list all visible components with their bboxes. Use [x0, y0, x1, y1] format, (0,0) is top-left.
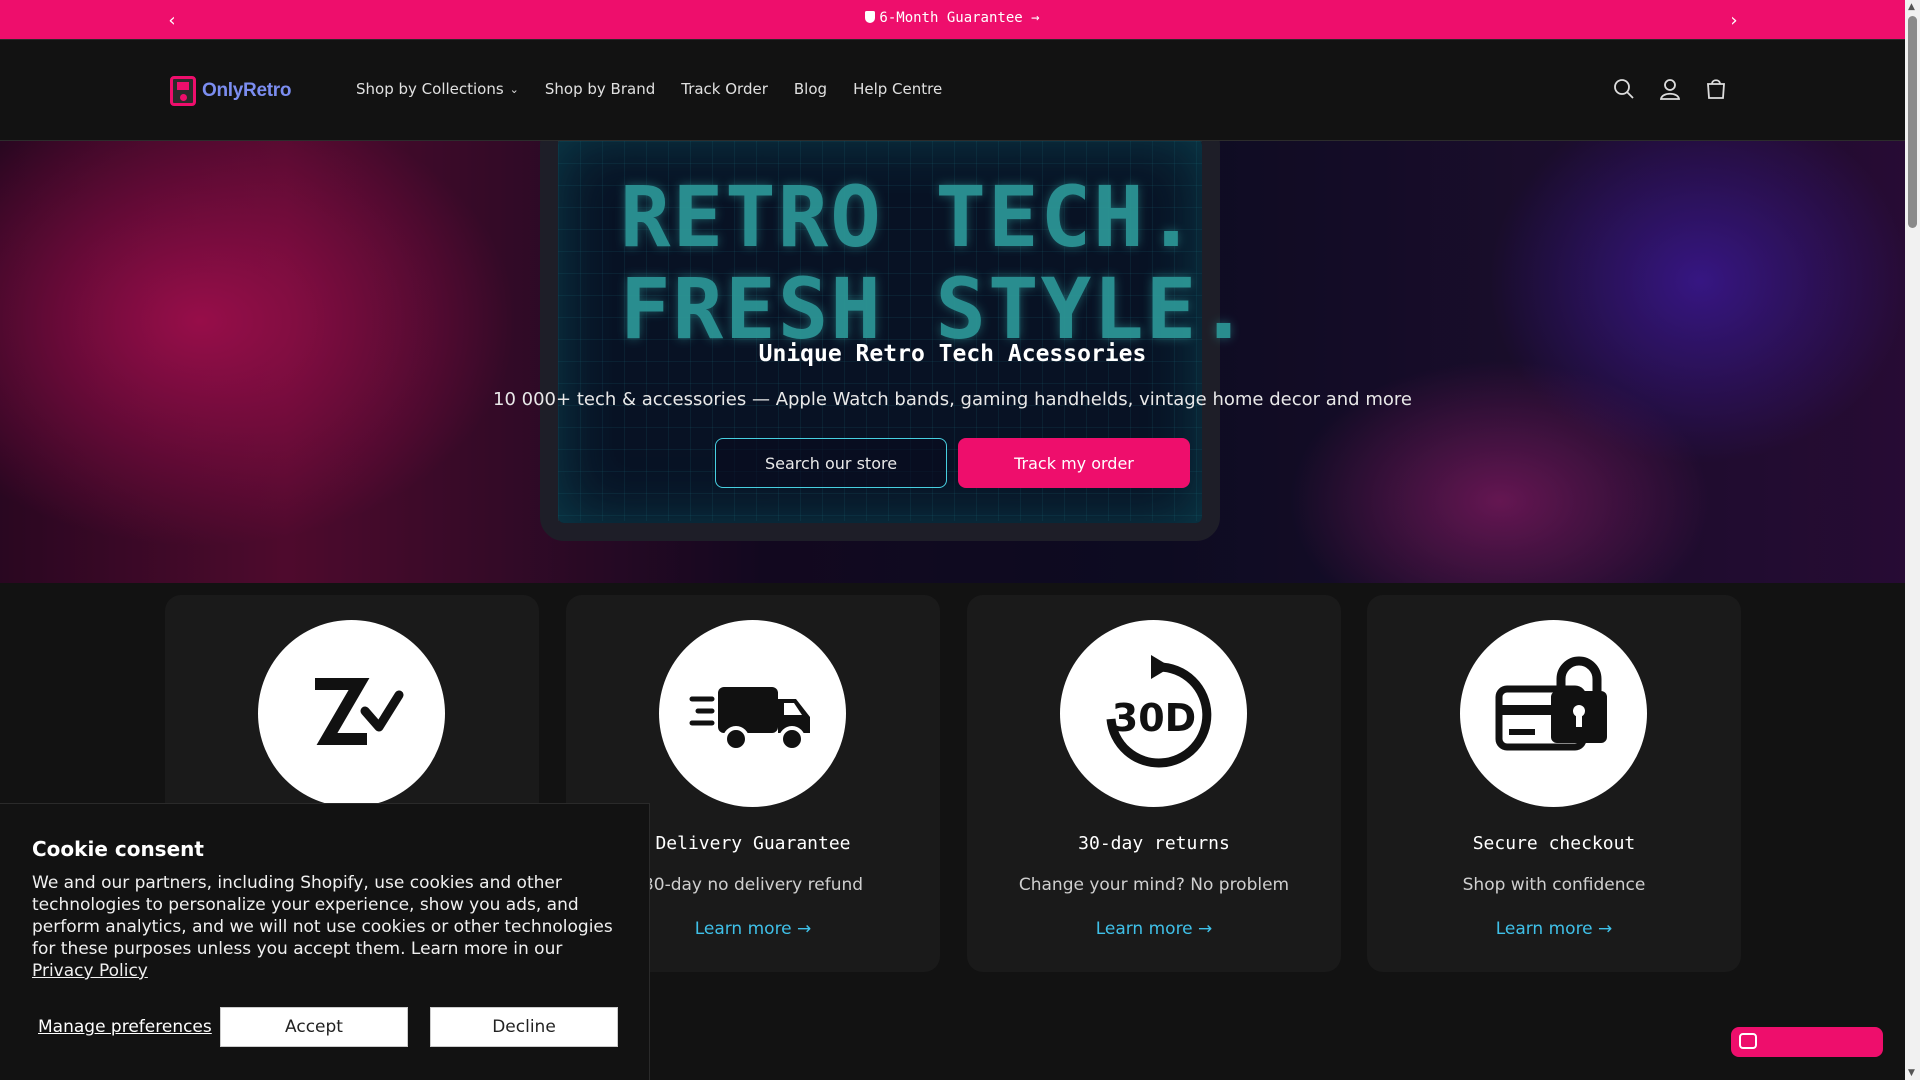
privacy-policy-link[interactable]: Privacy Policy [32, 961, 148, 981]
hero-banner: RETRO TECH. FRESH STYLE. Unique Retro Te… [0, 141, 1905, 583]
scrollbar-thumb[interactable] [1908, 16, 1917, 228]
learn-more-link[interactable]: Learn more → [967, 919, 1341, 939]
nav-track-order[interactable]: Track Order [681, 80, 768, 98]
chevron-right-icon[interactable]: › [1722, 8, 1746, 32]
chat-bubble-icon [1739, 1033, 1757, 1049]
nav-blog[interactable]: Blog [794, 80, 827, 98]
main-nav: Shop by Collections ⌄ Shop by Brand Track… [356, 80, 968, 98]
scroll-down-icon[interactable]: ▼ [1908, 1068, 1915, 1078]
decline-button[interactable]: Decline [430, 1007, 618, 1047]
header-icons [1610, 75, 1730, 103]
nav-shop-by-brand[interactable]: Shop by Brand [545, 80, 655, 98]
svg-text:30D: 30D [1111, 696, 1195, 740]
chat-widget-button[interactable] [1731, 1027, 1883, 1057]
nav-help-centre[interactable]: Help Centre [853, 80, 942, 98]
cookie-body: We and our partners, including Shopify, … [32, 872, 622, 982]
secure-checkout-icon [1460, 620, 1647, 807]
learn-more-link[interactable]: Learn more → [1367, 919, 1741, 939]
shield-icon [865, 11, 876, 23]
site-header: OnlyRetro Shop by Collections ⌄ Shop by B… [0, 40, 1905, 141]
feature-title: 30-day returns [1078, 833, 1230, 854]
logo-mark-icon [170, 76, 196, 106]
search-store-button[interactable]: Search our store [715, 438, 947, 488]
feature-card-secure: Secure checkout Shop with confidence Lea… [1367, 595, 1741, 972]
announcement-bar: ‹ 6-Month Guarantee → › [0, 0, 1905, 40]
nav-label: Shop by Brand [544, 80, 656, 98]
feature-title: Secure checkout [1472, 833, 1636, 854]
chevron-down-icon: ⌄ [509, 82, 519, 96]
hero-title: Unique Retro Tech Acessories [758, 341, 1147, 367]
cookie-title: Cookie consent [32, 837, 204, 861]
feature-desc: Change your mind? No problem [1018, 875, 1290, 895]
zip-pay-icon [258, 620, 445, 807]
nav-label: Track Order [681, 80, 768, 98]
manage-preferences-link[interactable]: Manage preferences [38, 1017, 212, 1037]
announcement-message[interactable]: 6-Month Guarantee → [0, 10, 1905, 26]
account-icon[interactable] [1656, 75, 1684, 103]
announcement-text: 6-Month Guarantee [879, 10, 1023, 26]
30-day-returns-icon: 30D [1060, 620, 1247, 807]
feature-card-returns: 30D 30-day returns Change your mind? No … [967, 595, 1341, 972]
cart-icon[interactable] [1702, 75, 1730, 103]
page-scrollbar[interactable]: ▲ ▼ [1905, 0, 1920, 1080]
logo[interactable]: OnlyRetro [170, 76, 291, 106]
cookie-body-text: We and our partners, including Shopify, … [32, 873, 613, 959]
track-order-button[interactable]: Track my order [958, 438, 1190, 488]
nav-label: Shop by Collections [356, 80, 504, 98]
delivery-truck-icon [659, 620, 846, 807]
feature-desc: Shop with confidence [1462, 875, 1646, 895]
logo-text: OnlyRetro [202, 80, 292, 101]
hero-subtitle: 10 000+ tech & accessories — Apple Watch… [493, 389, 1412, 410]
nav-shop-by-collections[interactable]: Shop by Collections ⌄ [356, 80, 519, 98]
scroll-up-icon[interactable]: ▲ [1908, 2, 1915, 12]
search-icon[interactable] [1610, 75, 1638, 103]
accept-button[interactable]: Accept [220, 1007, 408, 1047]
nav-label: Blog [793, 80, 828, 98]
nav-label: Help Centre [853, 80, 943, 98]
arrow-right-icon: → [1031, 10, 1040, 26]
cookie-consent-banner: Cookie consent We and our partners, incl… [0, 803, 650, 1080]
